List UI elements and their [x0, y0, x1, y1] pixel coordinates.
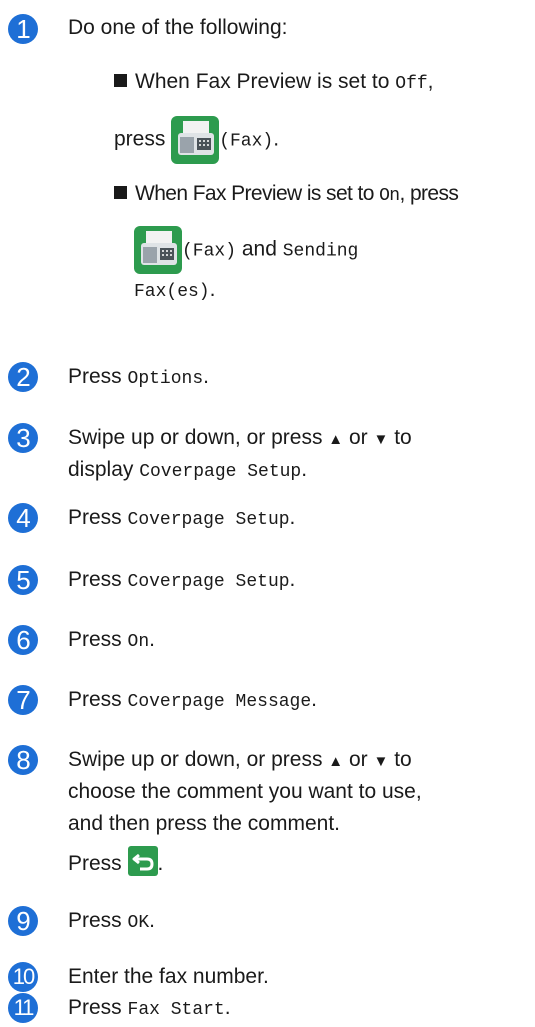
- step-text: Press Coverpage Setup.: [68, 506, 296, 530]
- bullet-icon: [114, 186, 127, 199]
- step-number-badge: 6: [8, 625, 38, 655]
- step-text: Swipe up or down, or press ▲ or ▼ to: [68, 426, 412, 449]
- step-text: Enter the fax number.: [68, 965, 269, 988]
- up-arrow-icon: ▲: [328, 753, 344, 770]
- step-text: Press OK.: [68, 909, 155, 933]
- step-text: Press Options.: [68, 365, 209, 389]
- back-arrow-icon: [127, 846, 158, 876]
- up-arrow-icon: ▲: [328, 431, 344, 448]
- step-number-badge: 7: [8, 685, 38, 715]
- step-number-badge: 9: [8, 906, 38, 936]
- step-number-badge: 10: [8, 962, 38, 992]
- fax-icon: [171, 116, 220, 164]
- document-page: { "accent_color": "#1e6fd6", "steps": [ …: [0, 0, 535, 1027]
- down-arrow-icon: ▼: [373, 431, 389, 448]
- step-number-badge: 8: [8, 745, 38, 775]
- step-intro: Do one of the following:: [68, 16, 288, 39]
- bullet-icon: [114, 74, 127, 87]
- step-text: Do one of the following:: [68, 12, 527, 44]
- fax-icon: [134, 226, 182, 274]
- step-number-badge: 2: [8, 362, 38, 392]
- step-number-badge: 5: [8, 565, 38, 595]
- step-number-badge: 11: [8, 993, 38, 1023]
- step-text: Press On.: [68, 628, 155, 652]
- step-text: Press Coverpage Message.: [68, 688, 317, 712]
- step-number-badge: 4: [8, 503, 38, 533]
- down-arrow-icon: ▼: [373, 753, 389, 770]
- step-text: Press Fax Start.: [68, 996, 231, 1020]
- step-text: Press Coverpage Setup.: [68, 568, 296, 592]
- step-number-badge: 3: [8, 423, 38, 453]
- step-number-badge: 1: [8, 14, 38, 44]
- step-text: Swipe up or down, or press ▲ or ▼ to: [68, 748, 412, 771]
